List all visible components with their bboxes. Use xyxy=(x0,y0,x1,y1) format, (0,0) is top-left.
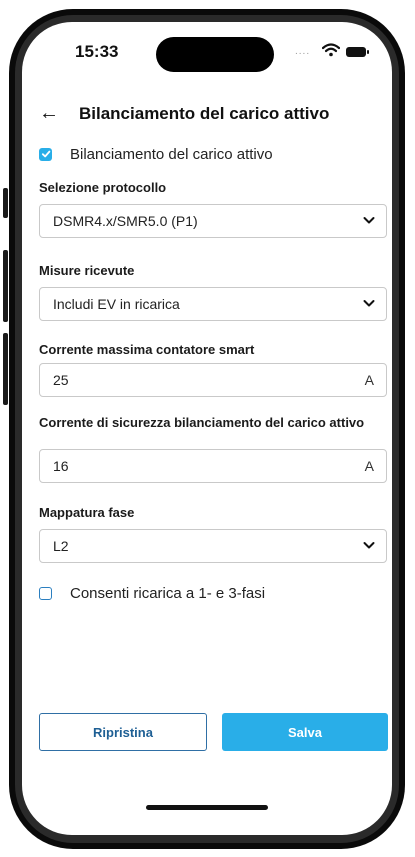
home-indicator[interactable] xyxy=(146,805,268,810)
dynamic-island xyxy=(156,37,274,72)
page-title: Bilanciamento del carico attivo xyxy=(79,104,330,123)
phase-mapping-value: L2 xyxy=(53,538,69,554)
measures-label: Misure ricevute xyxy=(39,263,135,278)
chevron-down-icon xyxy=(363,217,375,224)
safety-current-unit: A xyxy=(364,458,374,474)
protocol-label: Selezione protocollo xyxy=(39,180,167,195)
phase-mapping-label: Mappatura fase xyxy=(39,505,135,520)
safety-current-input[interactable]: 16 A xyxy=(39,449,387,483)
volume-up-button xyxy=(3,250,8,322)
reset-button[interactable]: Ripristina xyxy=(39,713,207,751)
battery-icon xyxy=(346,47,369,57)
back-arrow-icon[interactable]: ← xyxy=(38,102,60,125)
phase-mapping-select[interactable]: L2 xyxy=(39,529,387,563)
wifi-icon xyxy=(322,43,340,57)
phase-charging-checkbox[interactable]: Consenti ricarica a 1- e 3-fasi xyxy=(39,583,265,603)
safety-current-value: 16 xyxy=(53,458,69,474)
chevron-down-icon xyxy=(363,300,375,307)
phase-charging-label: Consenti ricarica a 1- e 3-fasi xyxy=(70,584,266,602)
enable-balancing-checkbox[interactable]: Bilanciamento del carico attivo xyxy=(39,144,273,164)
max-current-value: 25 xyxy=(53,372,69,388)
max-current-label: Corrente massima contatore smart xyxy=(39,342,255,357)
protocol-select[interactable]: DSMR4.x/SMR5.0 (P1) xyxy=(39,204,387,238)
checkbox-checked-icon[interactable] xyxy=(39,147,52,161)
max-current-input[interactable]: 25 A xyxy=(39,363,387,397)
protocol-value: DSMR4.x/SMR5.0 (P1) xyxy=(53,213,198,229)
screen: 15:33 .... ← Bilanciamento del carico at… xyxy=(22,22,392,835)
safety-current-label: Corrente di sicurezza bilanciamento del … xyxy=(39,415,365,430)
volume-down-button xyxy=(3,333,8,405)
checkbox-unchecked-icon[interactable] xyxy=(39,586,52,600)
max-current-unit: A xyxy=(364,372,374,388)
enable-balancing-label: Bilanciamento del carico attivo xyxy=(70,145,273,163)
measures-value: Includi EV in ricarica xyxy=(53,296,180,312)
save-button[interactable]: Salva xyxy=(222,713,388,751)
measures-select[interactable]: Includi EV in ricarica xyxy=(39,287,387,321)
chevron-down-icon xyxy=(363,542,375,549)
signal-dots: .... xyxy=(295,46,311,57)
status-time: 15:33 xyxy=(75,42,119,61)
mute-switch xyxy=(3,188,8,218)
